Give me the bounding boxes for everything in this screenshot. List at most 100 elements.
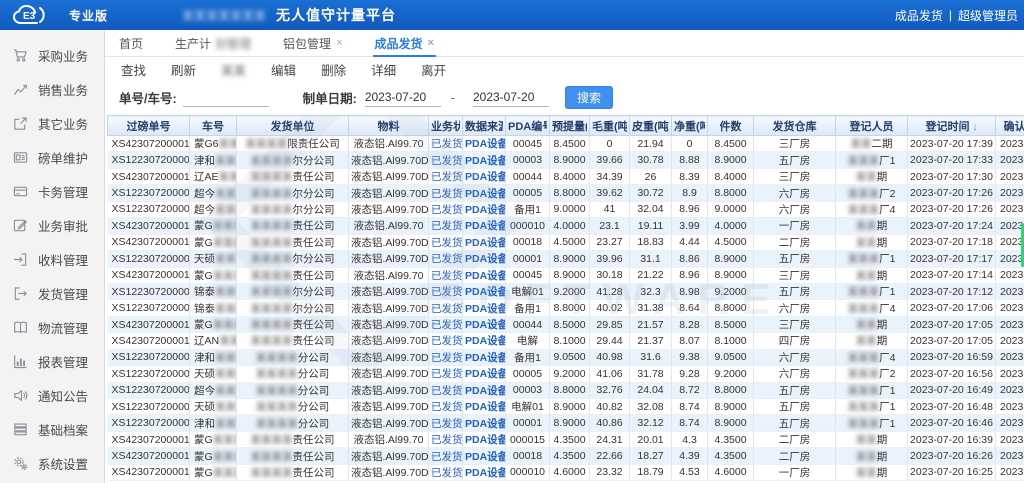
column-header-物料[interactable]: 物料 (349, 116, 429, 136)
column-header-发货仓库[interactable]: 发货仓库 (754, 116, 836, 136)
cell-status: 已发货 (429, 366, 463, 382)
table-row[interactable]: XS4230720000123蒙G某某某某某某某责任公司液态铝.Al99.70D… (108, 234, 1024, 250)
toolbar-button-刷新[interactable]: 刷新 (171, 60, 196, 79)
cell-pieces: 8.8000 (708, 300, 754, 316)
cell-status: 已发货 (429, 234, 463, 250)
cell-reg-time: 2023-07-20 16:26 (908, 448, 996, 464)
cell-net-weight: 8.96 (672, 267, 708, 283)
cell-confirm-time: 2023-07 (996, 349, 1024, 365)
toolbar-button-离开[interactable]: 离开 (421, 60, 446, 79)
column-header-发货单位[interactable]: 发货单位 (237, 116, 349, 136)
column-header-预提量(吨)[interactable]: 预提量(吨) (550, 116, 590, 136)
cell-warehouse: 一厂房 (754, 464, 836, 480)
sidebar-item-notice[interactable]: 通知公告 (0, 378, 104, 412)
column-header-车号[interactable]: 车号 (190, 116, 237, 136)
sidebar-item-label: 收料管理 (38, 250, 88, 269)
toolbar-button-编辑[interactable]: 编辑 (271, 60, 296, 79)
sidebar-item-settings[interactable]: 系统设置 (0, 446, 104, 480)
table-row[interactable]: XS4230720000111蒙G某某某某某某某责任公司液态铝.Al99.70D… (108, 464, 1024, 480)
table-row[interactable]: XS4230720000119辽AN某某某某某某某责任公司液态铝.Al99.70… (108, 333, 1024, 349)
tab-成品发货[interactable]: 成品发货× (373, 30, 436, 56)
table-row[interactable]: XS12230720000090超今某某某某某某某尔分公司液态铝.Al99.70… (108, 201, 1024, 217)
table-row[interactable]: XS4230720000120蒙G6某某某某某某某限责任公司液态铝.Al99.7… (108, 136, 1024, 152)
table-row[interactable]: XS4230720000116辽AE某某某某某某某责任公司液态铝.Al99.70… (108, 168, 1024, 184)
cell-plate: 蒙G某某某 (190, 234, 237, 250)
sidebar-item-logistics[interactable]: 物流管理 (0, 310, 104, 344)
table-row[interactable]: XS12230720000083天硕某某某某某某某分公司液态铝.Al99.70D… (108, 366, 1024, 382)
column-header-确认时间[interactable]: 确认时间 (996, 116, 1024, 136)
sidebar-item-shipping[interactable]: 发货管理 (0, 276, 104, 310)
date-from-input[interactable] (365, 89, 441, 107)
cell-plate: 锦泰某某某 (190, 300, 237, 316)
cell-pieces: 8.4000 (708, 168, 754, 184)
sidebar-item-card[interactable]: 卡务管理 (0, 174, 104, 208)
column-header-登记时间[interactable]: 登记时间 ↓ (908, 116, 996, 136)
sidebar-item-approval[interactable]: 业务审批 (0, 208, 104, 242)
column-header-数据来源[interactable]: 数据来源 (463, 116, 506, 136)
column-header-皮重(吨)[interactable]: 皮重(吨) (630, 116, 672, 136)
cell-consignee: 某某某某责任公司 (237, 333, 349, 349)
cell-bill-no: XS4230720000119 (108, 333, 190, 349)
table-row[interactable]: XS4230720000109蒙G某某某某某某某责任公司液态铝.Al99.70已… (108, 267, 1024, 283)
cell-consignee: 某某某某责任公司 (237, 431, 349, 447)
tab-铝包管理[interactable]: 铝包管理× (281, 30, 344, 56)
cell-consignee: 某某某某责任公司 (237, 267, 349, 283)
table-row[interactable]: XS12230720000080天硕某某某某某某某尔分公司液态铝.Al99.70… (108, 251, 1024, 267)
table-row[interactable]: XS4230720000115蒙G某某某某某某某责任公司液态铝.Al99.70已… (108, 431, 1024, 447)
column-header-业务状态[interactable]: 业务状态 (429, 116, 463, 136)
column-header-登记人员[interactable]: 登记人员 (836, 116, 908, 136)
column-header-净重(吨)[interactable]: 净重(吨) (672, 116, 708, 136)
cell-source: PDA设备 (463, 349, 506, 365)
id-card-icon (13, 150, 28, 165)
table-row[interactable]: XS12230720000088超今某某某某某某某尔分公司液态铝.Al99.70… (108, 185, 1024, 201)
toolbar-button-查找[interactable]: 查找 (121, 60, 146, 79)
table-row[interactable]: XS12230720000087津和某某某某某某某分公司液态铝.Al99.70D… (108, 349, 1024, 365)
sidebar-item-weighbill[interactable]: 磅单维护 (0, 140, 104, 174)
toolbar-button-某某[interactable]: 某某 (221, 60, 246, 79)
current-module-label[interactable]: 成品发货 (895, 7, 943, 24)
cell-preset-qty: 8.9000 (550, 399, 590, 415)
tab-close-icon[interactable]: × (428, 37, 434, 49)
sidebar-item-sales[interactable]: 销售业务 (0, 72, 104, 106)
table-row[interactable]: XS12230720000086锦泰某某某某某某某尔分公司液态铝.Al99.70… (108, 283, 1024, 299)
table-row[interactable]: XS4230720000124蒙G某某某某某某某责任公司液态铝.Al99.70已… (108, 218, 1024, 234)
cell-plate: 蒙G某某某 (190, 316, 237, 332)
sidebar-item-report[interactable]: 报表管理 (0, 344, 104, 378)
table-row[interactable]: XS4230720000117蒙G某某某某某某某责任公司液态铝.Al99.70D… (108, 448, 1024, 464)
table-row[interactable]: XS12230720000082锦泰某某某某某某某尔分公司液态铝.Al99.70… (108, 300, 1024, 316)
column-header-毛重(吨)[interactable]: 毛重(吨) (590, 116, 630, 136)
tab-close-icon[interactable]: × (336, 37, 342, 49)
cell-bill-no: XS4230720000117 (108, 448, 190, 464)
table-row[interactable]: XS4230720000113蒙G某某某某某某某责任公司液态铝.Al99.70D… (108, 316, 1024, 332)
current-user-label[interactable]: 超级管理员 (958, 7, 1018, 24)
bill-no-input[interactable] (183, 89, 269, 107)
date-to-input[interactable] (473, 89, 549, 107)
cell-pieces: 9.2000 (708, 283, 754, 299)
cell-confirm-time: 2023-07 (996, 382, 1024, 398)
tab-生产计[interactable]: 生产计划管理 (173, 30, 253, 56)
column-header-PDA编号[interactable]: PDA编号 (506, 116, 550, 136)
toolbar-button-删除[interactable]: 删除 (321, 60, 346, 79)
toolbar-button-详细[interactable]: 详细 (371, 60, 396, 79)
tab-首页[interactable]: 首页 (117, 30, 145, 56)
cell-source: PDA设备 (463, 399, 506, 415)
table-row[interactable]: XS12230720000089津和某某某某某某某尔分公司液态铝.Al99.70… (108, 152, 1024, 168)
sidebar-item-label: 发货管理 (38, 284, 88, 303)
column-header-过磅单号[interactable]: 过磅单号 (108, 116, 190, 136)
cell-status: 已发货 (429, 136, 463, 152)
search-button[interactable]: 搜索 (565, 86, 613, 109)
sidebar-item-receiving[interactable]: 收料管理 (0, 242, 104, 276)
cart-icon (13, 48, 28, 63)
cell-plate: 辽AE某某某 (190, 168, 237, 184)
table-row[interactable]: XS12230720000079天硕某某某某某某某分公司液态铝.Al99.70D… (108, 399, 1024, 415)
cell-status: 已发货 (429, 300, 463, 316)
sidebar-item-purchase[interactable]: 采购业务 (0, 38, 104, 72)
cell-pda-no: 00045 (506, 267, 550, 283)
table-row[interactable]: XS12230720000085超今某某某某某某某分公司液态铝.Al99.70D… (108, 382, 1024, 398)
column-header-件数[interactable]: 件数 (708, 116, 754, 136)
cell-confirm-time: 2023-07 (996, 201, 1024, 217)
table-row[interactable]: XS12230720000084津和某某某某某某某分公司液态铝.Al99.70D… (108, 415, 1024, 431)
sidebar-item-archive[interactable]: 基础档案 (0, 412, 104, 446)
sidebar-item-other[interactable]: 其它业务 (0, 106, 104, 140)
filter-bar: 单号/车号: 制单日期: - 搜索 (105, 81, 1024, 114)
